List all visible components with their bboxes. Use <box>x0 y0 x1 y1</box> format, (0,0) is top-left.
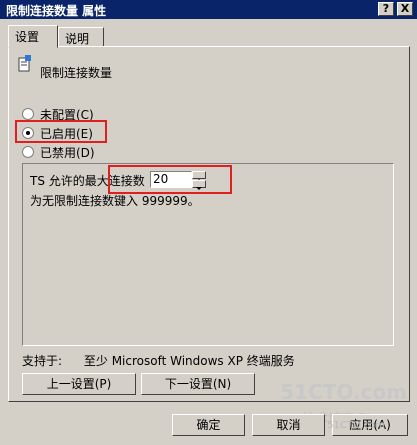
radio-circle[interactable] <box>22 146 34 158</box>
hint-text: 为无限制连接数键入 999999。 <box>30 194 200 208</box>
tab-settings[interactable]: 设置 <box>8 25 58 48</box>
next-setting-button[interactable]: 下一设置(N) <box>141 373 255 395</box>
close-button[interactable]: X <box>397 2 413 16</box>
highlight-box-max <box>108 165 232 194</box>
help-button[interactable]: ? <box>378 2 394 16</box>
prev-setting-button[interactable]: 上一设置(P) <box>22 373 136 395</box>
title-bar: 限制连接数量 属性 ? X <box>0 0 417 19</box>
highlight-box-enabled <box>15 120 107 143</box>
policy-icon <box>18 55 31 72</box>
ok-button[interactable]: 确定 <box>172 414 245 436</box>
window-title: 限制连接数量 属性 <box>6 4 107 18</box>
tab-explain[interactable]: 说明 <box>58 27 104 47</box>
supported-on: 支持于: 至少 Microsoft Windows XP 终端服务 <box>22 352 295 369</box>
supported-value: 至少 Microsoft Windows XP 终端服务 <box>83 354 295 368</box>
radio-label: 已禁用(D) <box>40 146 95 160</box>
watermark-logo: 51CTO.com <box>280 380 407 404</box>
supported-label: 支持于: <box>22 354 63 368</box>
policy-name: 限制连接数量 <box>40 66 113 80</box>
radio-circle[interactable] <box>22 108 34 120</box>
cancel-button[interactable]: 取消 <box>252 414 325 436</box>
watermark-sub2: 51CTO.com <box>327 420 385 431</box>
